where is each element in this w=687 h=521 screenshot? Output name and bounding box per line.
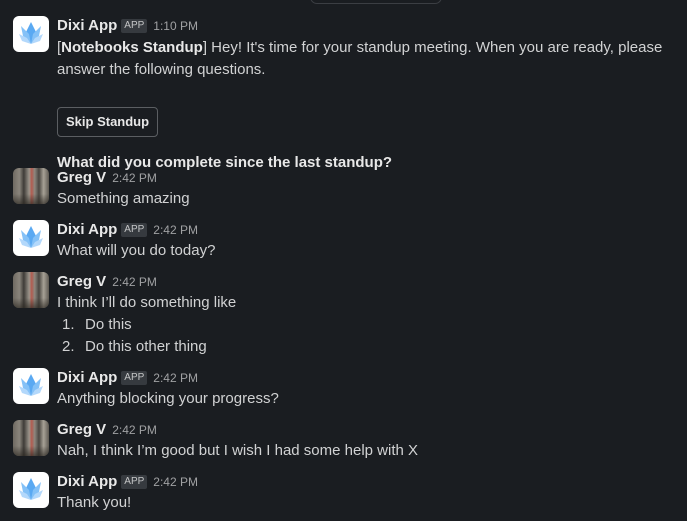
list-number: 2. [62, 338, 75, 355]
dixi-app-avatar[interactable] [13, 220, 49, 256]
app-badge: APP [121, 19, 148, 33]
dixi-app-avatar[interactable] [13, 472, 49, 508]
message-dixi-intro: Dixi App APP 1:10 PM [Notebooks Standup] H… [13, 16, 677, 176]
standup-name: Notebooks Standup [61, 39, 203, 56]
sender-name[interactable]: Dixi App [57, 17, 117, 34]
greg-avatar[interactable] [13, 168, 49, 204]
message-dixi-2: Dixi App APP 2:42 PM What will you do toda… [13, 220, 677, 264]
message-text: Nah, I think I’m good but I wish I had s… [57, 442, 419, 459]
list-number: 1. [62, 316, 75, 333]
lotus-logo-icon [19, 226, 43, 248]
app-badge: APP [121, 475, 148, 489]
skip-standup-button[interactable]: Skip Standup [57, 107, 159, 137]
list-item-text: Do this [85, 316, 132, 333]
list-item: 1. Do this [57, 314, 677, 336]
sender-name[interactable]: Greg V [57, 421, 106, 438]
message-greg-2: Greg V 2:42 PM I think I’ll do something … [13, 272, 677, 360]
sender-name[interactable]: Dixi App [57, 473, 117, 490]
message-text: [Notebooks Standup] Hey! It's time for y… [57, 37, 677, 81]
sender-name[interactable]: Dixi App [57, 369, 117, 386]
message-header: Dixi App APP 1:10 PM [57, 16, 677, 36]
message-dixi-4: Dixi App APP 2:42 PM Thank you! [13, 472, 677, 516]
timestamp[interactable]: 2:42 PM [153, 371, 198, 385]
message-greg-1: Greg V 2:42 PM Something amazing [13, 168, 677, 212]
timestamp[interactable]: 1:10 PM [153, 19, 198, 33]
list-item-text: Do this other thing [85, 338, 207, 355]
message-text: Anything blocking your progress? [57, 390, 279, 407]
app-badge: APP [121, 371, 148, 385]
dixi-app-avatar[interactable] [13, 16, 49, 52]
lotus-logo-icon [19, 22, 43, 44]
timestamp[interactable]: 2:42 PM [153, 223, 198, 237]
message-text: What will you do today? [57, 242, 216, 259]
timestamp[interactable]: 2:42 PM [112, 171, 157, 185]
lotus-logo-icon [19, 478, 43, 500]
dixi-app-avatar[interactable] [13, 368, 49, 404]
todo-list: 1. Do this 2. Do this other thing [57, 314, 677, 358]
lotus-logo-icon [19, 374, 43, 396]
app-badge: APP [121, 223, 148, 237]
list-item: 2. Do this other thing [57, 336, 677, 358]
sender-name[interactable]: Greg V [57, 169, 106, 186]
timestamp[interactable]: 2:42 PM [112, 275, 157, 289]
message-text: Thank you! [57, 494, 132, 511]
message-text: I think I’ll do something like [57, 294, 237, 311]
message-text: Something amazing [57, 190, 190, 207]
timestamp[interactable]: 2:42 PM [153, 475, 198, 489]
timestamp[interactable]: 2:42 PM [112, 423, 157, 437]
greg-avatar[interactable] [13, 272, 49, 308]
message-greg-3: Greg V 2:42 PM Nah, I think I’m good but … [13, 420, 677, 464]
top-scroll-pill [310, 0, 442, 4]
sender-name[interactable]: Dixi App [57, 221, 117, 238]
sender-name[interactable]: Greg V [57, 273, 106, 290]
greg-avatar[interactable] [13, 420, 49, 456]
message-dixi-3: Dixi App APP 2:42 PM Anything blocking you… [13, 368, 677, 412]
